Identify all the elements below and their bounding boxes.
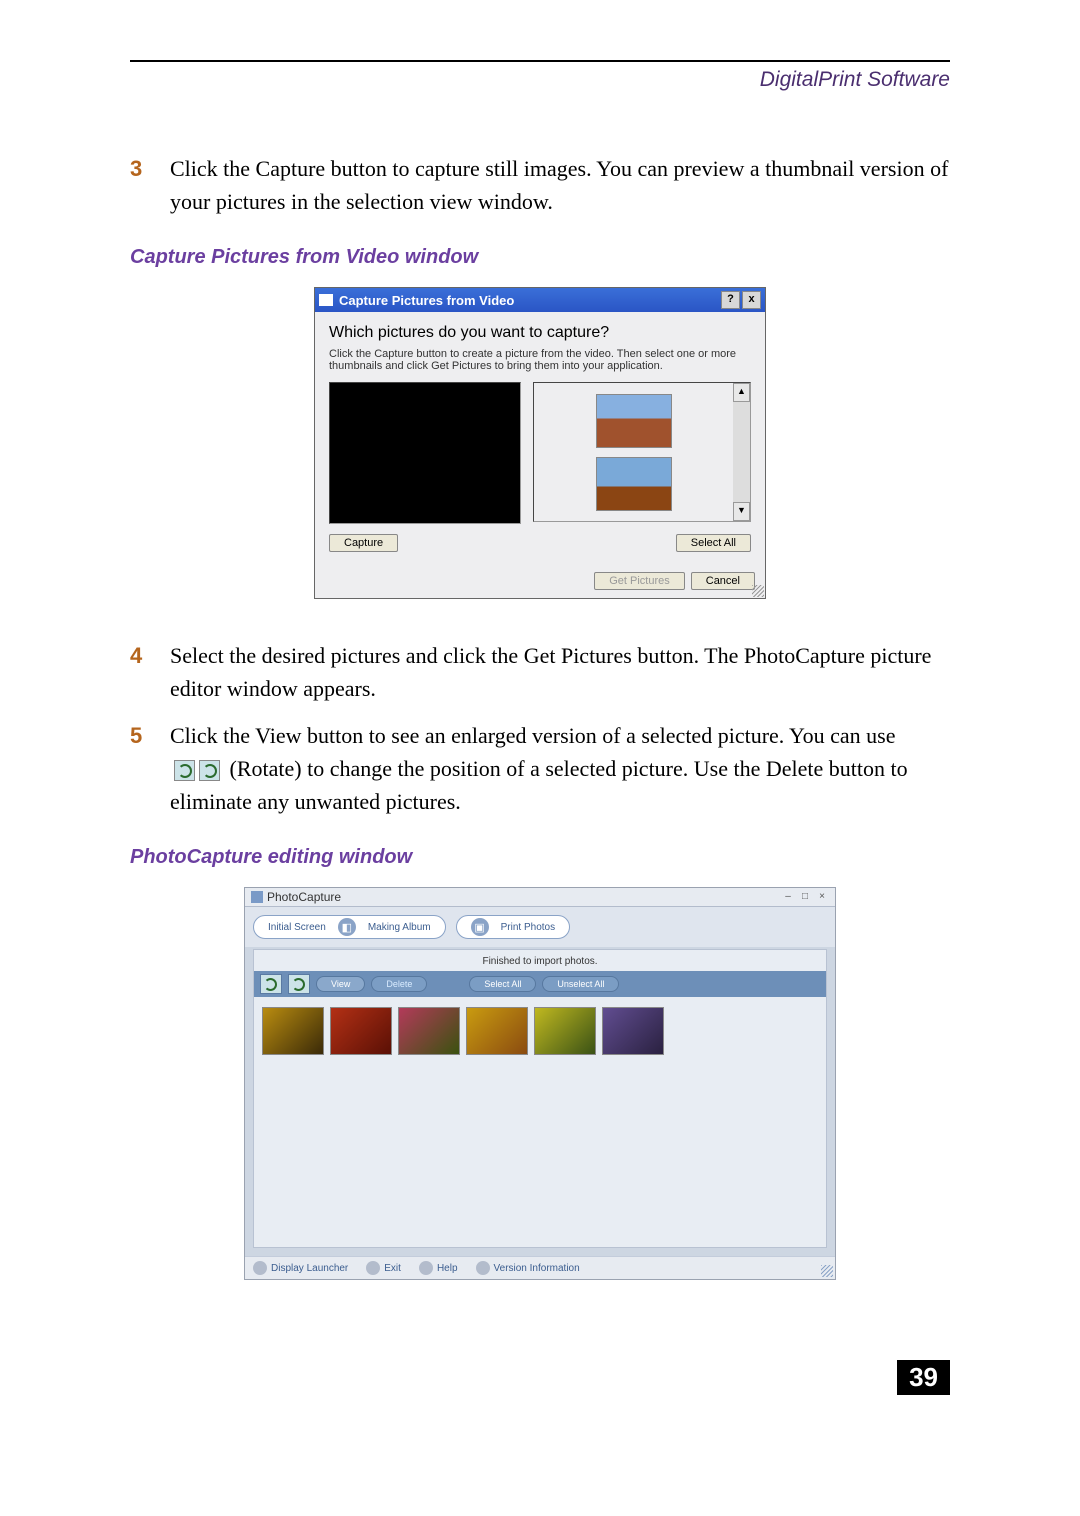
capture-subtext: Click the Capture button to create a pic… bbox=[329, 348, 751, 372]
help-button[interactable]: ? bbox=[721, 291, 740, 309]
step-text: Click the Capture button to capture stil… bbox=[170, 152, 950, 218]
close-button[interactable]: x bbox=[742, 291, 761, 309]
version-info-link[interactable]: Version Information bbox=[476, 1261, 580, 1275]
footer-label: Version Information bbox=[494, 1263, 580, 1274]
camera-icon bbox=[319, 294, 333, 306]
footer-label: Help bbox=[437, 1263, 458, 1274]
info-icon bbox=[476, 1261, 490, 1275]
app-icon bbox=[251, 891, 263, 903]
scroll-up-icon[interactable]: ▲ bbox=[733, 383, 750, 402]
delete-button[interactable]: Delete bbox=[371, 976, 427, 992]
pc-status: Finished to import photos. bbox=[254, 950, 826, 971]
get-pictures-button[interactable]: Get Pictures bbox=[594, 572, 685, 590]
photocapture-window: PhotoCapture – □ × Initial Screen ◧ Maki… bbox=[244, 887, 836, 1280]
footer-label: Exit bbox=[384, 1263, 401, 1274]
step-number: 3 bbox=[130, 152, 170, 185]
pc-toolbar: View Delete Select All Unselect All bbox=[254, 971, 826, 997]
resize-grip-icon[interactable] bbox=[821, 1265, 833, 1277]
step-5: 5 Click the View button to see an enlarg… bbox=[130, 719, 950, 818]
step-text-a: Click the View button to see an enlarged… bbox=[170, 723, 896, 748]
capture-title: Capture Pictures from Video bbox=[339, 293, 719, 308]
select-all-button[interactable]: Select All bbox=[676, 534, 751, 552]
step-text: Select the desired pictures and click th… bbox=[170, 639, 950, 705]
photo-thumb[interactable] bbox=[330, 1007, 392, 1055]
help-icon bbox=[419, 1261, 433, 1275]
rotate-left-icon[interactable] bbox=[260, 974, 282, 994]
step-number: 5 bbox=[130, 719, 170, 752]
thumbnail-panel: ▲ ▼ bbox=[533, 382, 751, 522]
nav-label: Initial Screen bbox=[268, 922, 326, 933]
resize-grip-icon[interactable] bbox=[752, 585, 764, 597]
minimize-button[interactable]: – bbox=[781, 891, 795, 903]
launcher-icon bbox=[253, 1261, 267, 1275]
capture-button[interactable]: Capture bbox=[329, 534, 398, 552]
capture-dialog: Capture Pictures from Video ? x Which pi… bbox=[314, 287, 766, 599]
printer-icon: ▣ bbox=[471, 918, 489, 936]
scroll-down-icon[interactable]: ▼ bbox=[733, 502, 750, 521]
pc-footer: Display Launcher Exit Help Version Infor… bbox=[245, 1256, 835, 1279]
rotate-right-icon bbox=[199, 760, 220, 781]
rotate-right-icon[interactable] bbox=[288, 974, 310, 994]
pc-titlebar: PhotoCapture – □ × bbox=[245, 888, 835, 907]
pc-nav: Initial Screen ◧ Making Album ▣ Print Ph… bbox=[245, 907, 835, 947]
thumbnail-1[interactable] bbox=[596, 394, 672, 448]
photo-thumb[interactable] bbox=[534, 1007, 596, 1055]
select-all-button[interactable]: Select All bbox=[469, 976, 536, 992]
nav-print-photos[interactable]: ▣ Print Photos bbox=[456, 915, 570, 939]
photo-thumb[interactable] bbox=[262, 1007, 324, 1055]
step-text: Click the View button to see an enlarged… bbox=[170, 719, 950, 818]
camera-icon: ◧ bbox=[338, 918, 356, 936]
photo-thumb[interactable] bbox=[398, 1007, 460, 1055]
close-button[interactable]: × bbox=[815, 891, 829, 903]
rotate-left-icon bbox=[174, 760, 195, 781]
header-rule bbox=[130, 60, 950, 62]
step-number: 4 bbox=[130, 639, 170, 672]
step-text-b: (Rotate) to change the position of a sel… bbox=[170, 756, 908, 814]
scrollbar[interactable]: ▲ ▼ bbox=[733, 383, 750, 521]
thumbnail-2[interactable] bbox=[596, 457, 672, 511]
maximize-button[interactable]: □ bbox=[798, 891, 812, 903]
caption-capture-window: Capture Pictures from Video window bbox=[130, 246, 950, 269]
photo-thumb[interactable] bbox=[602, 1007, 664, 1055]
unselect-all-button[interactable]: Unselect All bbox=[542, 976, 619, 992]
pc-title-text: PhotoCapture bbox=[267, 890, 778, 904]
step-3: 3 Click the Capture button to capture st… bbox=[130, 152, 950, 218]
nav-initial-screen[interactable]: Initial Screen ◧ Making Album bbox=[253, 915, 446, 939]
capture-titlebar: Capture Pictures from Video ? x bbox=[315, 288, 765, 312]
view-button[interactable]: View bbox=[316, 976, 365, 992]
nav-label: Making Album bbox=[368, 922, 431, 933]
photo-thumb[interactable] bbox=[466, 1007, 528, 1055]
pc-gallery bbox=[254, 997, 826, 1247]
page-number: 39 bbox=[897, 1360, 950, 1395]
step-4: 4 Select the desired pictures and click … bbox=[130, 639, 950, 705]
footer-label: Display Launcher bbox=[271, 1263, 348, 1274]
exit-icon bbox=[366, 1261, 380, 1275]
section-header: DigitalPrint Software bbox=[130, 68, 950, 92]
caption-edit-window: PhotoCapture editing window bbox=[130, 846, 950, 869]
cancel-button[interactable]: Cancel bbox=[691, 572, 755, 590]
exit-link[interactable]: Exit bbox=[366, 1261, 401, 1275]
help-link[interactable]: Help bbox=[419, 1261, 458, 1275]
display-launcher-link[interactable]: Display Launcher bbox=[253, 1261, 348, 1275]
nav-label: Print Photos bbox=[501, 922, 555, 933]
video-preview bbox=[329, 382, 521, 524]
capture-heading: Which pictures do you want to capture? bbox=[329, 324, 751, 342]
